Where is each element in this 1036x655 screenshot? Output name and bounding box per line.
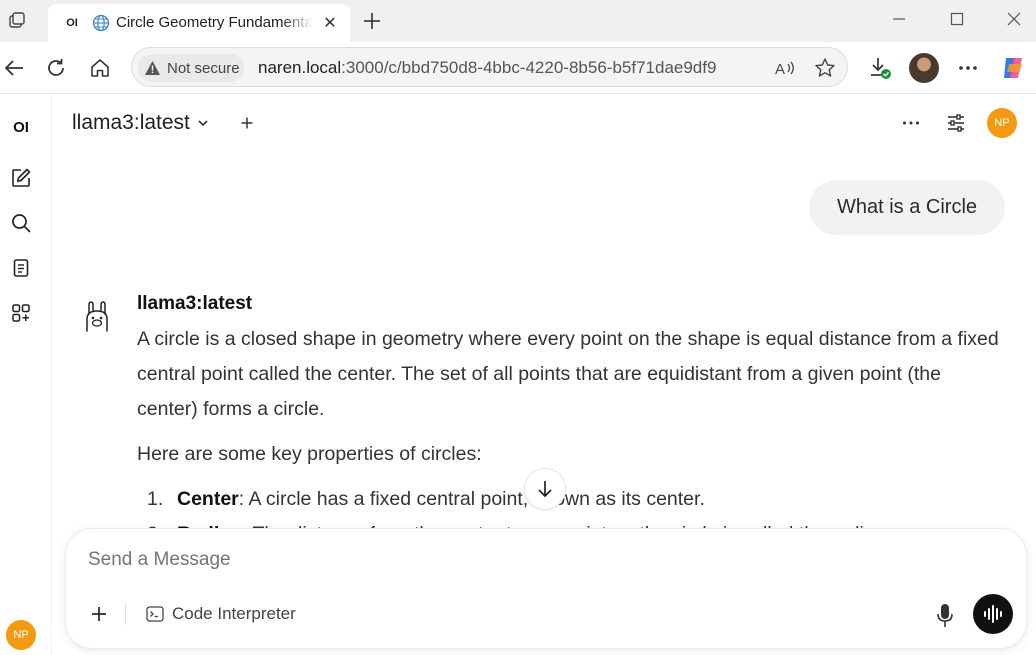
browser-toolbar: Not secure naren.local:3000/c/bbd750d8-4… xyxy=(0,42,1036,94)
url-host: naren.local xyxy=(258,58,342,77)
llama-avatar-icon xyxy=(82,300,112,334)
voice-mode-button[interactable] xyxy=(973,594,1013,634)
close-tab-icon[interactable]: ✕ xyxy=(320,13,340,33)
scroll-to-bottom-button[interactable] xyxy=(524,468,566,510)
copilot-icon[interactable] xyxy=(1000,54,1028,82)
browser-tab-bar: OI Circle Geometry Fundamentals ✕ xyxy=(0,0,1036,42)
refresh-icon[interactable] xyxy=(42,54,70,82)
new-tab-plus-icon[interactable] xyxy=(358,7,386,35)
controls-sliders-icon[interactable] xyxy=(943,110,969,136)
read-aloud-icon[interactable]: A xyxy=(773,56,797,80)
list-item-number: 1. xyxy=(147,488,164,510)
minimize-icon[interactable] xyxy=(884,6,914,32)
tab-title: Circle Geometry Fundamentals xyxy=(116,14,312,31)
terminal-icon xyxy=(146,606,164,622)
chat-menu-icon[interactable] xyxy=(898,110,924,136)
microphone-icon[interactable] xyxy=(931,601,959,631)
chevron-down-icon xyxy=(198,120,208,127)
warning-icon xyxy=(145,61,160,75)
assistant-message: A circle is a closed shape in geometry w… xyxy=(137,322,1007,552)
favorite-star-icon[interactable] xyxy=(813,56,837,80)
svg-text:A: A xyxy=(775,61,785,78)
app-logo[interactable]: OI xyxy=(8,114,34,140)
close-window-icon[interactable] xyxy=(999,6,1029,32)
workspace-icon[interactable] xyxy=(8,300,34,326)
downloads-icon[interactable] xyxy=(866,54,894,82)
tab-actions-icon[interactable] xyxy=(4,8,30,34)
user-avatar-sidebar[interactable]: NP xyxy=(6,620,36,650)
globe-icon xyxy=(92,14,110,32)
profile-avatar[interactable] xyxy=(909,53,939,83)
composer-divider xyxy=(125,603,126,625)
more-options-icon[interactable] xyxy=(954,54,982,82)
model-selector[interactable]: llama3:latest xyxy=(72,111,210,135)
sidebar: OI NP xyxy=(0,94,52,655)
assistant-paragraph: A circle is a closed shape in geometry w… xyxy=(137,328,999,420)
security-indicator[interactable]: Not secure xyxy=(138,54,244,82)
url-path: :3000/c/bbd750d8-4bbc-4220-8b56-b5f71dae… xyxy=(341,58,717,77)
maximize-icon[interactable] xyxy=(942,6,972,32)
tab-favicon-oi: OI xyxy=(66,17,78,29)
user-message-bubble: What is a Circle xyxy=(809,180,1005,235)
address-bar[interactable]: Not secure naren.local:3000/c/bbd750d8-4… xyxy=(131,47,848,87)
message-input[interactable] xyxy=(88,549,948,571)
home-icon[interactable] xyxy=(86,54,114,82)
url-text[interactable]: naren.local:3000/c/bbd750d8-4bbc-4220-8b… xyxy=(258,58,716,78)
search-icon[interactable] xyxy=(8,210,34,236)
browser-tab[interactable]: OI Circle Geometry Fundamentals ✕ xyxy=(48,4,350,42)
code-interpreter-label: Code Interpreter xyxy=(172,604,296,623)
list-item-text: : A circle has a fixed central point, kn… xyxy=(238,488,705,510)
model-name: llama3:latest xyxy=(72,111,190,134)
assistant-paragraph: Here are some key properties of circles: xyxy=(137,443,482,465)
waveform-icon xyxy=(984,605,1002,623)
notes-icon[interactable] xyxy=(8,255,34,281)
new-chat-icon[interactable] xyxy=(8,165,34,191)
code-interpreter-button[interactable]: Code Interpreter xyxy=(146,601,296,627)
list-item-term: Center xyxy=(177,488,239,510)
user-avatar-header[interactable]: NP xyxy=(987,108,1017,138)
list-item: 1. Center: A circle has a fixed central p… xyxy=(137,482,1007,517)
arrow-down-icon xyxy=(538,481,552,498)
message-composer: Code Interpreter xyxy=(66,529,1026,648)
not-secure-label: Not secure xyxy=(167,59,240,77)
attach-plus-icon[interactable] xyxy=(86,601,112,627)
assistant-name: llama3:latest xyxy=(137,293,253,314)
back-arrow-icon[interactable] xyxy=(0,54,28,82)
add-model-plus-icon[interactable] xyxy=(234,110,260,136)
